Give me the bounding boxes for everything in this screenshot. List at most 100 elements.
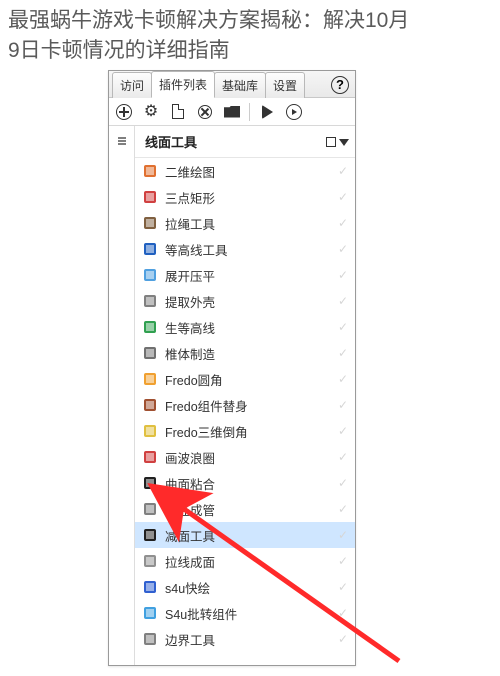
check-icon[interactable]: ✓	[335, 605, 351, 621]
list-item-label: 画波浪圈	[165, 448, 335, 467]
list-item-label: 等高线工具	[165, 240, 335, 259]
list-item-label: Fredo组件替身	[165, 396, 335, 415]
shell-icon	[141, 292, 159, 310]
list-item[interactable]: S4u批转组件✓	[135, 600, 355, 626]
list-item[interactable]: 边界工具✓	[135, 626, 355, 652]
list-item-label: S4u批转组件	[165, 604, 335, 623]
fredo-ghost-icon	[141, 396, 159, 414]
check-icon[interactable]: ✓	[335, 215, 351, 231]
wave-icon	[141, 448, 159, 466]
check-icon[interactable]: ✓	[335, 579, 351, 595]
list-item-label: 提取外壳	[165, 292, 335, 311]
list-item[interactable]: 曲面粘合✓	[135, 470, 355, 496]
check-icon[interactable]: ✓	[335, 267, 351, 283]
tab-plugin-list[interactable]: 插件列表	[151, 71, 215, 98]
strip-expand-icon[interactable]	[111, 130, 133, 152]
list-item-label: 生等高线	[165, 318, 335, 337]
list-item-label: 边界工具	[165, 630, 335, 649]
check-icon[interactable]: ✓	[335, 527, 351, 543]
check-icon[interactable]: ✓	[335, 449, 351, 465]
list-item[interactable]: 路径成管✓	[135, 496, 355, 522]
play-button[interactable]	[256, 101, 278, 123]
list-item[interactable]: 生等高线✓	[135, 314, 355, 340]
open-folder-button[interactable]	[221, 101, 243, 123]
check-icon[interactable]: ✓	[335, 163, 351, 179]
list-item[interactable]: 三点矩形✓	[135, 184, 355, 210]
tab-visit[interactable]: 访问	[112, 72, 152, 98]
check-icon[interactable]: ✓	[335, 189, 351, 205]
list-item-label: Fredo三维倒角	[165, 422, 335, 441]
check-icon[interactable]: ✓	[335, 423, 351, 439]
cancel-button[interactable]	[194, 101, 216, 123]
contour2-icon	[141, 318, 159, 336]
main-panel: 线面工具 二维绘图✓三点矩形✓拉绳工具✓等高线工具✓展开压平✓提取外壳✓生等高线…	[135, 126, 355, 665]
list-item[interactable]: 拉绳工具✓	[135, 210, 355, 236]
panel-title: 线面工具	[145, 132, 197, 151]
list-item[interactable]: 二维绘图✓	[135, 158, 355, 184]
toolbar: ⚙	[109, 98, 355, 126]
list-item[interactable]: s4u快绘✓	[135, 574, 355, 600]
list-item[interactable]: Fredo圆角✓	[135, 366, 355, 392]
edge-icon	[141, 630, 159, 648]
list-item-label: 减面工具	[165, 526, 335, 545]
title-line-2: 9日卡顿情况的详细指南	[8, 39, 230, 62]
left-strip	[109, 126, 135, 665]
triangle-icon	[141, 188, 159, 206]
tab-bar: 访问 插件列表 基础库 设置 ?	[109, 71, 355, 98]
check-icon[interactable]: ✓	[335, 345, 351, 361]
help-icon[interactable]: ?	[331, 76, 349, 94]
plugin-list[interactable]: 二维绘图✓三点矩形✓拉绳工具✓等高线工具✓展开压平✓提取外壳✓生等高线✓椎体制造…	[135, 158, 355, 665]
list-item-label: 拉线成面	[165, 552, 335, 571]
fredo-bevel-icon	[141, 422, 159, 440]
s4u-icon	[141, 578, 159, 596]
list-item-label: 展开压平	[165, 266, 335, 285]
list-item[interactable]: 等高线工具✓	[135, 236, 355, 262]
curve-icon	[141, 474, 159, 492]
check-icon[interactable]: ✓	[335, 631, 351, 647]
list-item-label: 路径成管	[165, 500, 335, 519]
list-item[interactable]: 提取外壳✓	[135, 288, 355, 314]
check-icon[interactable]: ✓	[335, 293, 351, 309]
contour-icon	[141, 240, 159, 258]
check-icon[interactable]: ✓	[335, 319, 351, 335]
tab-base-library[interactable]: 基础库	[214, 72, 266, 98]
panel-header: 线面工具	[135, 126, 355, 158]
list-item-label: 拉绳工具	[165, 214, 335, 233]
list-item[interactable]: 拉线成面✓	[135, 548, 355, 574]
cone-icon	[141, 344, 159, 362]
add-button[interactable]	[113, 101, 135, 123]
title-line-1: 最强蜗牛游戏卡顿解决方案揭秘：解决10月	[8, 9, 409, 32]
pencil-icon	[141, 162, 159, 180]
settings-button[interactable]: ⚙	[140, 101, 162, 123]
extrude-icon	[141, 552, 159, 570]
check-icon[interactable]: ✓	[335, 371, 351, 387]
panel-collapse-icon[interactable]	[339, 139, 349, 146]
list-item-label: s4u快绘	[165, 578, 335, 597]
list-item[interactable]: Fredo组件替身✓	[135, 392, 355, 418]
panel-area: 线面工具 二维绘图✓三点矩形✓拉绳工具✓等高线工具✓展开压平✓提取外壳✓生等高线…	[109, 126, 355, 665]
list-item-label: 三点矩形	[165, 188, 335, 207]
list-item[interactable]: 椎体制造✓	[135, 340, 355, 366]
panel-header-controls	[326, 137, 349, 147]
list-item[interactable]: Fredo三维倒角✓	[135, 418, 355, 444]
check-icon[interactable]: ✓	[335, 501, 351, 517]
list-item-label: 二维绘图	[165, 162, 335, 181]
rope-icon	[141, 214, 159, 232]
play-outline-button[interactable]	[283, 101, 305, 123]
list-item-label: 椎体制造	[165, 344, 335, 363]
document-button[interactable]	[167, 101, 189, 123]
check-icon[interactable]: ✓	[335, 397, 351, 413]
list-item[interactable]: 减面工具✓	[135, 522, 355, 548]
panel-layout-icon[interactable]	[326, 137, 336, 147]
fredo-round-icon	[141, 370, 159, 388]
s4u-batch-icon	[141, 604, 159, 622]
toolbar-separator	[249, 103, 250, 121]
check-icon[interactable]: ✓	[335, 241, 351, 257]
list-item-label: Fredo圆角	[165, 370, 335, 389]
check-icon[interactable]: ✓	[335, 475, 351, 491]
list-item[interactable]: 展开压平✓	[135, 262, 355, 288]
list-item[interactable]: 画波浪圈✓	[135, 444, 355, 470]
tab-settings[interactable]: 设置	[265, 72, 305, 98]
reduce-icon	[141, 526, 159, 544]
check-icon[interactable]: ✓	[335, 553, 351, 569]
